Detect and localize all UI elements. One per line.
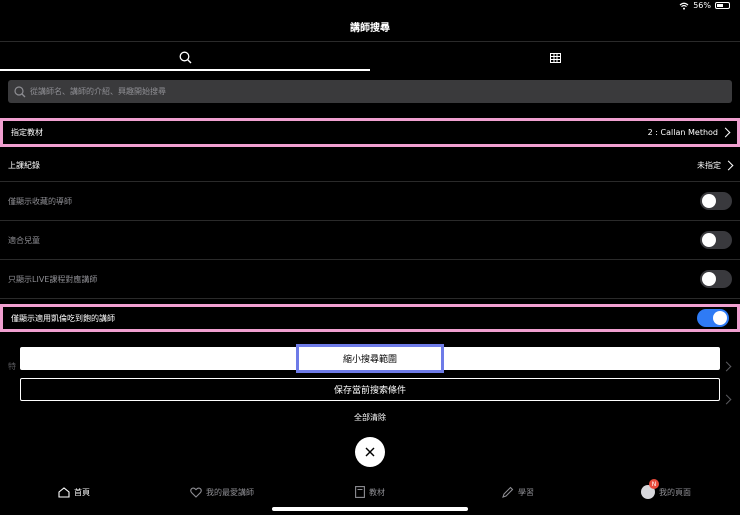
wifi-icon (679, 2, 689, 10)
nav-label: 我的頁面 (659, 487, 691, 497)
toggle-knob (702, 272, 716, 286)
nav-item-home[interactable]: 首頁 (0, 478, 148, 506)
book-icon (355, 486, 365, 498)
callan-toggle[interactable] (697, 309, 729, 327)
filter-row-material[interactable]: 指定教材 2 : Callan Method (0, 118, 740, 147)
nav-item-materials[interactable]: 教材 (296, 478, 444, 506)
search-input[interactable] (30, 87, 710, 96)
nav-item-favorite-tutors[interactable]: 我的最愛講師 (148, 478, 296, 506)
filter-row-favorites: 僅顯示收藏的導師 (0, 182, 740, 221)
page-title: 講師搜尋 (350, 23, 390, 34)
filter-label: 只顯示LIVE課程對應講師 (8, 274, 98, 284)
filter-value: 2 : Callan Method (647, 128, 718, 137)
battery-icon (715, 2, 730, 9)
tab-search[interactable] (0, 45, 370, 70)
filter-label: 適合兒童 (8, 235, 40, 245)
narrow-search-button[interactable]: 縮小搜尋範圍 (20, 344, 720, 373)
live-toggle[interactable] (700, 270, 732, 288)
chevron-right-icon (723, 160, 734, 170)
favorites-toggle[interactable] (700, 192, 732, 210)
nav-label: 我的最愛講師 (206, 487, 254, 497)
filter-label: 指定教材 (11, 128, 43, 137)
nav-label: 首頁 (74, 487, 90, 497)
header-divider (0, 41, 740, 42)
clear-all-button[interactable]: 全部清除 (0, 412, 740, 423)
nav-item-study[interactable]: 學習 (444, 478, 592, 506)
narrow-search-label: 縮小搜尋範圍 (296, 344, 444, 373)
battery-level (717, 4, 723, 7)
search-icon (14, 85, 26, 97)
status-indicators: 56% (679, 1, 730, 10)
pencil-icon (502, 486, 514, 498)
status-bar: 56% (0, 0, 740, 14)
filter-row-kids: 適合兒童 (0, 221, 740, 260)
toggle-knob (713, 311, 727, 325)
chevron-right-icon (720, 127, 731, 138)
heart-icon (190, 487, 202, 498)
kids-toggle[interactable] (700, 231, 732, 249)
notification-badge: N (649, 479, 659, 489)
active-tab-indicator (0, 69, 370, 71)
filter-row-live: 只顯示LIVE課程對應講師 (0, 260, 740, 299)
toggle-knob (702, 233, 716, 247)
tab-schedule[interactable] (370, 45, 740, 70)
filter-label: 特 (8, 362, 16, 371)
filter-label: 僅顯示適用凱倫吃到飽的講師 (11, 313, 115, 323)
search-icon (179, 51, 191, 64)
search-bar[interactable] (8, 80, 732, 103)
bottom-nav: 首頁 我的最愛講師 教材 學習 N 我的頁面 (0, 478, 740, 506)
home-icon (58, 486, 70, 498)
filter-label: 上課紀錄 (8, 160, 40, 170)
close-button[interactable] (355, 437, 385, 467)
grid-icon (549, 52, 561, 63)
save-conditions-button[interactable]: 保存當前搜索條件 (20, 378, 720, 401)
nav-label: 學習 (518, 487, 534, 497)
close-icon (365, 447, 375, 457)
avatar: N (641, 479, 659, 499)
home-indicator[interactable] (272, 507, 468, 511)
chevron-right-icon (721, 394, 732, 405)
nav-item-my-page[interactable]: N 我的頁面 (592, 478, 740, 506)
nav-label: 教材 (369, 487, 385, 497)
battery-percent: 56% (693, 1, 711, 10)
filter-label: 僅顯示收藏的導師 (8, 196, 72, 206)
filter-row-lesson-history[interactable]: 上課紀錄 未指定 (0, 149, 740, 182)
filter-value: 未指定 (697, 160, 721, 170)
filter-row-callan-unlimited: 僅顯示適用凱倫吃到飽的講師 (0, 304, 740, 332)
chevron-right-icon (721, 361, 732, 372)
toggle-knob (702, 194, 716, 208)
